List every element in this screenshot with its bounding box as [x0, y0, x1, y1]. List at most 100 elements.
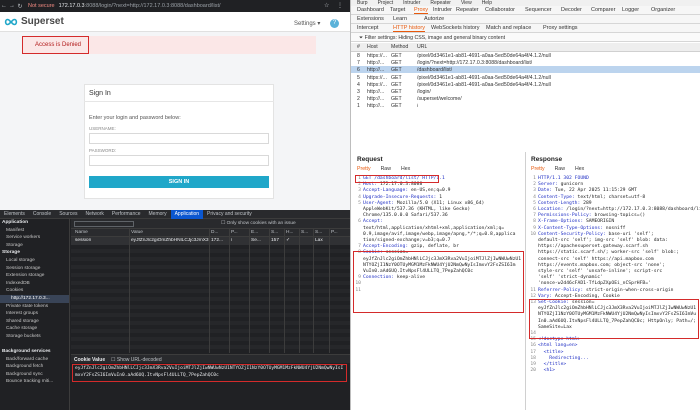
devtools-tab-network[interactable]: Network — [82, 211, 108, 217]
history-row[interactable]: 1 http://... GET / — [351, 102, 700, 109]
col-secure[interactable]: S... — [301, 230, 308, 235]
history-row[interactable]: 2 http://... GET/superset/welcome/ — [351, 95, 700, 102]
burp-tab[interactable]: Collaborator — [485, 7, 515, 13]
sidebar-item[interactable]: Background sync — [0, 371, 69, 379]
col-expires[interactable]: E... — [251, 230, 258, 235]
history-num: 5 — [357, 74, 360, 81]
burp-tab[interactable]: Proxy settings — [543, 25, 578, 31]
sidebar-item[interactable]: Cookies — [0, 287, 69, 295]
history-row[interactable]: 3 http://... GET/login/ — [351, 88, 700, 95]
col-value[interactable]: Value — [131, 230, 143, 235]
history-row[interactable]: 5 https://... GET/pixel/0d3461e1-ab81-4691… — [351, 74, 700, 81]
devtools-tab-privacy-and-security[interactable]: Privacy and security — [203, 211, 256, 217]
devtools-tab-elements[interactable]: Elements — [0, 211, 29, 217]
burp-tab[interactable]: WebSockets history — [431, 25, 480, 31]
view-tab-raw[interactable]: Raw — [555, 166, 565, 172]
burp-tab[interactable]: Repeater — [456, 7, 479, 13]
signin-button[interactable]: SIGN IN — [89, 176, 269, 188]
filter-bar[interactable]: ⏷ Filter settings: Hiding CSS, image and… — [351, 33, 700, 42]
sidebar-item[interactable]: Bounce tracking miti... — [0, 378, 69, 386]
help-icon[interactable]: ? — [330, 19, 339, 28]
not-secure-badge[interactable]: Not secure — [28, 3, 55, 9]
burp-tab[interactable]: Logger — [622, 7, 639, 13]
history-num: 6 — [357, 67, 360, 74]
sidebar-item[interactable]: Storage buckets — [0, 333, 69, 341]
url-path[interactable]: :8088/login/?next=http://172.17.0.3:8088… — [85, 3, 221, 9]
history-col-host[interactable]: Host — [367, 44, 378, 50]
col-domain[interactable]: D... — [211, 230, 218, 235]
only-issue-checkbox[interactable]: ☐ Only show cookies with an issue — [221, 221, 296, 226]
devtools-tab-sources[interactable]: Sources — [55, 211, 81, 217]
col-name[interactable]: Name — [75, 230, 88, 235]
burp-tab[interactable]: Dashboard — [357, 7, 384, 13]
burp-tab[interactable]: HTTP history — [393, 25, 425, 32]
sidebar-item[interactable]: Manifest — [0, 227, 69, 235]
response-pane: Response Pretty Raw Hex 1 HTTP/1.1 302 FOUN… — [527, 152, 700, 410]
url-host[interactable]: 172.17.0.3 — [59, 3, 85, 9]
view-tab-pretty[interactable]: Pretty — [531, 166, 545, 172]
sidebar-item[interactable]: Local storage — [0, 257, 69, 265]
sidebar-item[interactable]: Background fetch — [0, 363, 69, 371]
header-value: Mozilla/5.0 (X11; Linux x86_64) — [394, 200, 485, 206]
view-tab-raw[interactable]: Raw — [381, 166, 391, 172]
burp-tab[interactable]: Learn — [393, 16, 407, 22]
proxy-subtabs: Intercept HTTP history WebSockets history M… — [351, 24, 700, 33]
sidebar-item[interactable]: Service workers — [0, 234, 69, 242]
history-row[interactable]: 7 http://... GET/login/?next=http://172.17… — [351, 59, 700, 66]
cookie-row[interactable]: session eyJfZnJlc2giOmZhbHNlLCJjc3JmX3Rv… — [71, 237, 350, 245]
history-url: /login/ — [417, 89, 431, 95]
view-tab-hex[interactable]: Hex — [401, 166, 410, 172]
sidebar-item[interactable]: Private state tokens — [0, 303, 69, 311]
history-col-num[interactable]: # — [357, 44, 360, 50]
sidebar-item[interactable]: Back/forward cache — [0, 356, 69, 364]
history-col-method[interactable]: Method — [391, 44, 408, 50]
burp-tab[interactable]: Proxy — [414, 7, 429, 14]
history-col-url[interactable]: URL — [417, 44, 427, 50]
devtools-tab-application[interactable]: Application — [170, 209, 204, 219]
show-url-decoded-checkbox[interactable]: ☐ Show URL-decoded — [111, 357, 162, 363]
sidebar-item[interactable]: Shared storage — [0, 318, 69, 326]
col-size[interactable]: S... — [271, 230, 278, 235]
burp-tab[interactable]: Intruder — [433, 7, 452, 13]
sidebar-item[interactable]: Storage — [0, 242, 69, 250]
superset-logo[interactable]: Superset — [4, 16, 64, 27]
sidebar-item[interactable]: Session storage — [0, 265, 69, 273]
browser-actions-icon[interactable]: ☆ ⋮ — [324, 2, 346, 9]
settings-menu[interactable]: Settings ▾ — [294, 20, 320, 27]
burp-tab[interactable]: Match and replace — [486, 25, 531, 31]
history-row[interactable]: 8 https://... GET/pixel/0d3461e1-ab81-4691… — [351, 52, 700, 59]
sidebar-item[interactable]: IndexedDB — [0, 280, 69, 288]
burp-tab[interactable]: Decoder — [561, 7, 582, 13]
address-bar[interactable]: ← → ↻ Not secure 172.17.0.3:8088/login/?… — [0, 0, 350, 12]
burp-tab[interactable]: Organizer — [651, 7, 675, 13]
devtools-tab-performance[interactable]: Performance — [108, 211, 145, 217]
burp-tab[interactable]: Comparer — [591, 7, 615, 13]
cookie-filter-input[interactable] — [74, 221, 134, 227]
reload-icon[interactable]: ↻ — [16, 3, 24, 10]
password-input[interactable] — [89, 155, 269, 166]
burp-tab[interactable]: Sequencer — [525, 7, 552, 13]
burp-tab[interactable]: Extensions — [357, 16, 384, 22]
cookie-value-text[interactable]: eyJfZnJlc2giOmZhbHNlLCJjc3JmX3Rva2VuIjoi… — [72, 364, 347, 382]
devtools-tab-console[interactable]: Console — [29, 211, 55, 217]
username-input[interactable] — [89, 133, 269, 144]
devtools-tab-memory[interactable]: Memory — [145, 211, 171, 217]
history-row[interactable]: 4 https://... GET/pixel/0d3461e1-ab81-4691… — [351, 81, 700, 88]
view-tab-pretty[interactable]: Pretty — [357, 166, 371, 172]
burp-tab[interactable]: Autorize — [424, 16, 444, 22]
response-body[interactable]: 1 HTTP/1.1 302 FOUND 2 Server: gunicorn 3 Dat… — [528, 176, 700, 375]
col-partition[interactable]: P... — [331, 230, 338, 235]
forward-icon[interactable]: → — [8, 3, 16, 9]
burp-tab[interactable]: Target — [390, 7, 405, 13]
history-row[interactable]: 6 http://... GET/dashboard/list/ — [351, 66, 700, 74]
sidebar-item[interactable]: http://172.17.0.3... — [0, 294, 69, 303]
sidebar-item[interactable]: Extension storage — [0, 272, 69, 280]
col-httponly[interactable]: H... — [286, 230, 293, 235]
sidebar-item[interactable]: Interest groups — [0, 310, 69, 318]
view-tab-hex[interactable]: Hex — [575, 166, 584, 172]
back-icon[interactable]: ← — [0, 3, 8, 9]
burp-tab[interactable]: Intercept — [357, 25, 378, 31]
col-samesite[interactable]: S... — [315, 230, 322, 235]
sidebar-item[interactable]: Cache storage — [0, 325, 69, 333]
col-path[interactable]: P... — [231, 230, 238, 235]
